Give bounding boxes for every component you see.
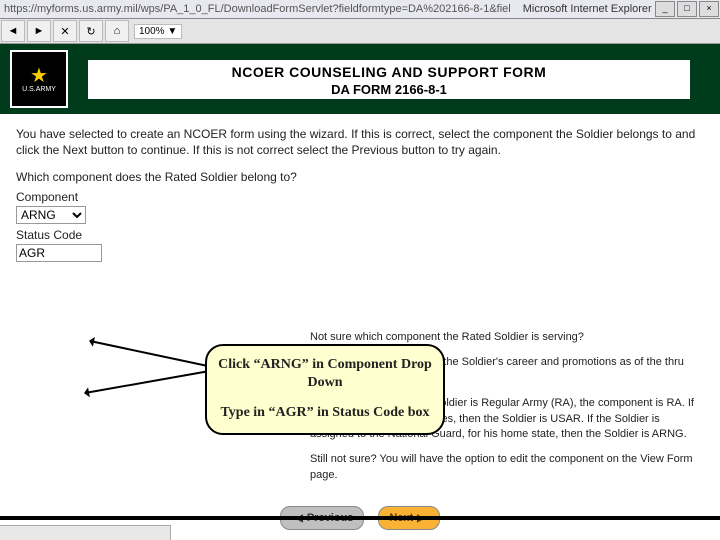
component-select[interactable]: ARNG — [16, 206, 86, 224]
zoom-value: 100% — [139, 26, 165, 37]
footer-bar — [0, 516, 720, 520]
zoom-display[interactable]: 100% ▼ — [134, 24, 182, 39]
callout-line2: Type in “AGR” in Status Code box — [215, 404, 435, 422]
us-army-logo: ★ U.S.ARMY — [10, 50, 68, 108]
stop-button[interactable]: ✕ — [53, 20, 77, 42]
component-question: Which component does the Rated Soldier b… — [16, 170, 704, 184]
star-icon: ★ — [30, 66, 48, 86]
forward-button[interactable]: ► — [27, 20, 51, 42]
back-button[interactable]: ◄ — [1, 20, 25, 42]
ie-titlebar: https://myforms.us.army.mil/wps/PA_1_0_F… — [0, 0, 720, 19]
window-maximize-button[interactable]: □ — [677, 1, 697, 17]
refresh-button[interactable]: ↻ — [79, 20, 103, 42]
window-close-button[interactable]: × — [699, 1, 719, 17]
ie-toolbar: ◄ ► ✕ ↻ ⌂ 100% ▼ — [0, 19, 720, 44]
status-code-label: Status Code — [16, 228, 216, 242]
window-minimize-button[interactable]: _ — [655, 1, 675, 17]
chevron-down-icon: ▼ — [167, 26, 177, 37]
arrow-to-component — [90, 340, 206, 366]
arrow-to-status — [85, 370, 208, 394]
form-left-column: Component ARNG Status Code — [16, 190, 216, 266]
intro-text: You have selected to create an NCOER for… — [16, 126, 704, 158]
titlebar-app: Microsoft Internet Explorer — [523, 3, 652, 15]
page-header-band: ★ U.S.ARMY NCOER COUNSELING AND SUPPORT … — [0, 44, 720, 114]
browser-status-tab — [0, 525, 171, 540]
component-label: Component — [16, 190, 216, 204]
instruction-callout: Click “ARNG” in Component Drop Down Type… — [205, 344, 445, 435]
help-p4: Still not sure? You will have the option… — [310, 452, 700, 483]
page-title: NCOER COUNSELING AND SUPPORT FORM — [88, 62, 690, 82]
titlebar-url: https://myforms.us.army.mil/wps/PA_1_0_F… — [0, 3, 515, 15]
status-code-input[interactable] — [16, 244, 102, 262]
callout-line1: Click “ARNG” in Component Drop Down — [215, 356, 435, 392]
home-button[interactable]: ⌂ — [105, 20, 129, 42]
us-army-label: U.S.ARMY — [22, 86, 56, 93]
page-subtitle: DA FORM 2166-8-1 — [88, 82, 690, 97]
